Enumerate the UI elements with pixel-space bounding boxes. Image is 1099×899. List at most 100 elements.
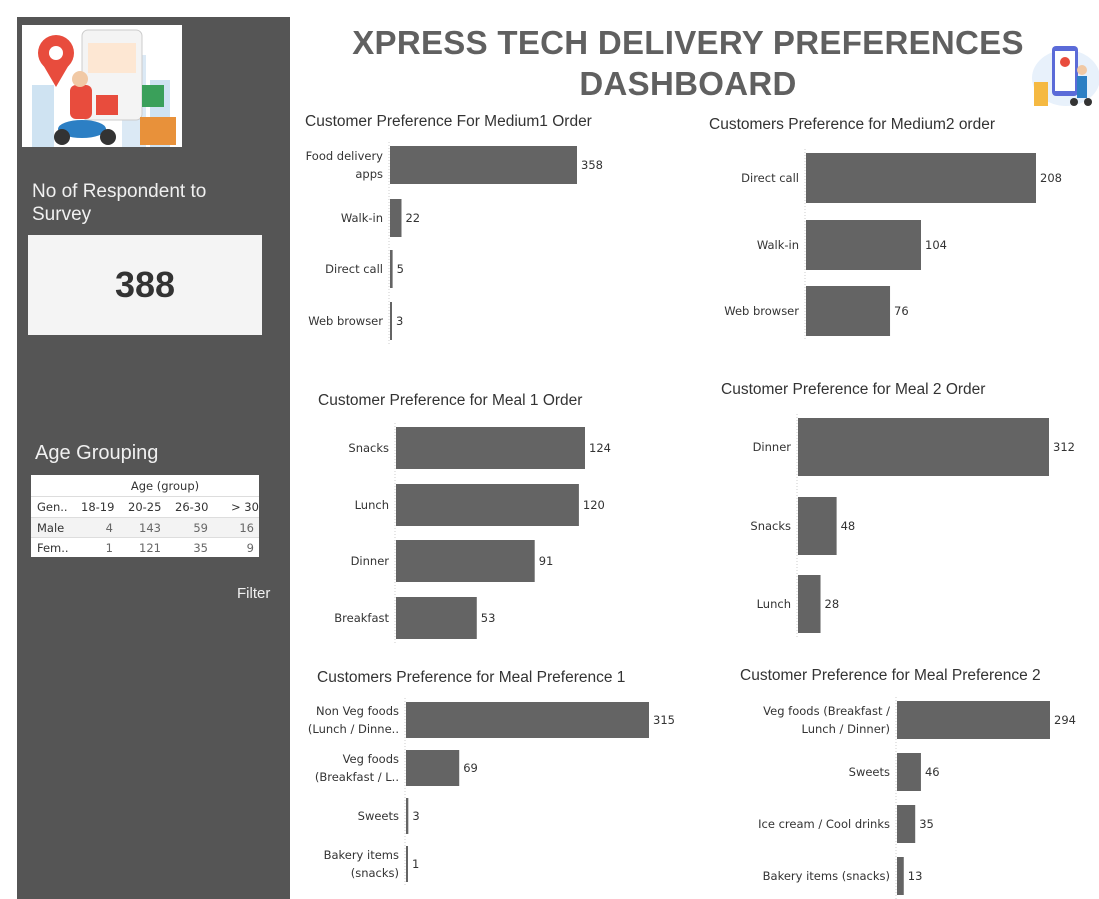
pref1-chart-title: Customers Preference for Meal Preference… bbox=[317, 669, 626, 686]
age-column-header: 20-25 bbox=[128, 500, 162, 514]
bar-value-label: 294 bbox=[1054, 713, 1076, 727]
gender-column-header: Gen.. bbox=[37, 500, 68, 514]
bar[interactable] bbox=[897, 753, 921, 791]
category-label: Dinner bbox=[351, 554, 390, 568]
bar-value-label: 120 bbox=[583, 498, 605, 512]
category-label: Snacks bbox=[348, 441, 389, 455]
bar-value-label: 35 bbox=[919, 817, 934, 831]
respondents-kpi-card: 388 bbox=[28, 235, 262, 335]
table-cell: 9 bbox=[246, 541, 254, 555]
bar[interactable] bbox=[406, 798, 409, 834]
bar[interactable] bbox=[390, 146, 577, 184]
filter-label[interactable]: Filter bbox=[237, 585, 270, 602]
table-row-label: Male bbox=[37, 521, 65, 535]
respondents-title: No of Respondent to Survey bbox=[32, 181, 207, 225]
age-column-header: > 30 bbox=[231, 500, 259, 514]
age-column-header: 26-30 bbox=[175, 500, 209, 514]
category-label: Lunch bbox=[355, 498, 389, 512]
bar[interactable] bbox=[806, 286, 891, 336]
bar[interactable] bbox=[897, 805, 916, 843]
bar[interactable] bbox=[396, 597, 477, 639]
bar[interactable] bbox=[798, 575, 821, 633]
bar[interactable] bbox=[396, 427, 585, 469]
meal2-chart-title: Customer Preference for Meal 2 Order bbox=[721, 381, 986, 398]
table-divider bbox=[31, 496, 259, 497]
bar-value-label: 1 bbox=[412, 857, 419, 871]
dashboard-title-line2: DASHBOARD bbox=[579, 65, 797, 102]
age-grouping-title: Age Grouping bbox=[35, 442, 159, 464]
bar-value-label: 5 bbox=[397, 262, 404, 276]
pref2-chart-title: Customer Preference for Meal Preference … bbox=[740, 667, 1041, 684]
table-cell: 35 bbox=[193, 541, 208, 555]
category-label: (snacks) bbox=[351, 866, 399, 880]
bar-value-label: 3 bbox=[412, 809, 419, 823]
bar[interactable] bbox=[390, 302, 392, 340]
table-divider bbox=[31, 517, 259, 518]
table-cell: 121 bbox=[139, 541, 161, 555]
bar-value-label: 312 bbox=[1053, 440, 1075, 454]
bar-value-label: 208 bbox=[1040, 171, 1062, 185]
category-label: (Lunch / Dinne.. bbox=[308, 722, 399, 736]
bar[interactable] bbox=[406, 846, 408, 882]
medium1-chart-title: Customer Preference For Medium1 Order bbox=[305, 113, 592, 130]
bar[interactable] bbox=[396, 484, 579, 526]
dashboard-title: XPRESS TECH DELIVERY PREFERENCES DASHBOA… bbox=[300, 22, 1076, 104]
category-label: Bakery items bbox=[324, 848, 399, 862]
bar-value-label: 46 bbox=[925, 765, 940, 779]
category-label: Snacks bbox=[750, 519, 791, 533]
category-label: Dinner bbox=[753, 440, 792, 454]
meal1-chart-title: Customer Preference for Meal 1 Order bbox=[318, 392, 583, 409]
meal1-bar-chart: 124 Snacks 120 Lunch 91 Dinner 53 Breakfast bbox=[334, 423, 611, 643]
medium2-bar-chart: 208 Direct call 104 Walk-in 76 Web browser bbox=[724, 149, 1062, 340]
bar[interactable] bbox=[806, 153, 1036, 203]
category-label: Veg foods bbox=[343, 752, 399, 766]
category-label: Bakery items (snacks) bbox=[763, 869, 890, 883]
category-label: Walk-in bbox=[341, 211, 383, 225]
bar-value-label: 53 bbox=[481, 611, 496, 625]
bar[interactable] bbox=[798, 497, 837, 555]
bar-value-label: 104 bbox=[925, 238, 947, 252]
category-label: Non Veg foods bbox=[316, 704, 399, 718]
delivery-logo-image bbox=[22, 25, 182, 147]
table-cell: 16 bbox=[239, 521, 254, 535]
delivery-map-image bbox=[1026, 42, 1099, 110]
meal2-bar-chart: 312 Dinner 48 Snacks 28 Lunch bbox=[750, 414, 1075, 637]
bar-value-label: 69 bbox=[463, 761, 478, 775]
bar[interactable] bbox=[798, 418, 1049, 476]
category-label: Lunch / Dinner) bbox=[802, 722, 891, 736]
bar[interactable] bbox=[406, 750, 460, 786]
bar-value-label: 22 bbox=[405, 211, 420, 225]
bar[interactable] bbox=[406, 702, 649, 738]
age-grouping-table: Age (group) Gen.. 18-19 20-25 26-30 > 30… bbox=[31, 475, 259, 557]
table-cell: 143 bbox=[139, 521, 161, 535]
category-label: Sweets bbox=[849, 765, 890, 779]
bar[interactable] bbox=[390, 199, 402, 237]
bar[interactable] bbox=[390, 250, 393, 288]
bar[interactable] bbox=[806, 220, 921, 270]
bar[interactable] bbox=[897, 701, 1050, 739]
table-row-label: Fem.. bbox=[37, 541, 69, 555]
table-cell: 1 bbox=[105, 541, 113, 555]
category-label: Ice cream / Cool drinks bbox=[758, 817, 890, 831]
bar[interactable] bbox=[396, 540, 535, 582]
bar-value-label: 315 bbox=[653, 713, 675, 727]
category-label: apps bbox=[355, 167, 383, 181]
bar-value-label: 13 bbox=[908, 869, 923, 883]
table-divider bbox=[31, 537, 259, 538]
medium1-bar-chart: 358 Food delivery apps 22 Walk-in 5 Direct cal… bbox=[306, 142, 603, 344]
age-group-header: Age (group) bbox=[130, 479, 200, 493]
category-label: (Breakfast / L.. bbox=[315, 770, 399, 784]
bar-value-label: 76 bbox=[894, 304, 909, 318]
category-label: Breakfast bbox=[334, 611, 389, 625]
bar-value-label: 28 bbox=[825, 597, 840, 611]
category-label: Sweets bbox=[358, 809, 399, 823]
category-label: Web browser bbox=[724, 304, 799, 318]
respondents-count: 388 bbox=[114, 264, 176, 305]
age-column-header: 18-19 bbox=[81, 500, 115, 514]
bar-value-label: 48 bbox=[841, 519, 856, 533]
bar-value-label: 124 bbox=[589, 441, 611, 455]
medium2-chart-title: Customers Preference for Medium2 order bbox=[709, 116, 996, 133]
bar-value-label: 3 bbox=[396, 314, 403, 328]
bar[interactable] bbox=[897, 857, 904, 895]
dashboard-title-line1: XPRESS TECH DELIVERY PREFERENCES bbox=[352, 24, 1024, 61]
